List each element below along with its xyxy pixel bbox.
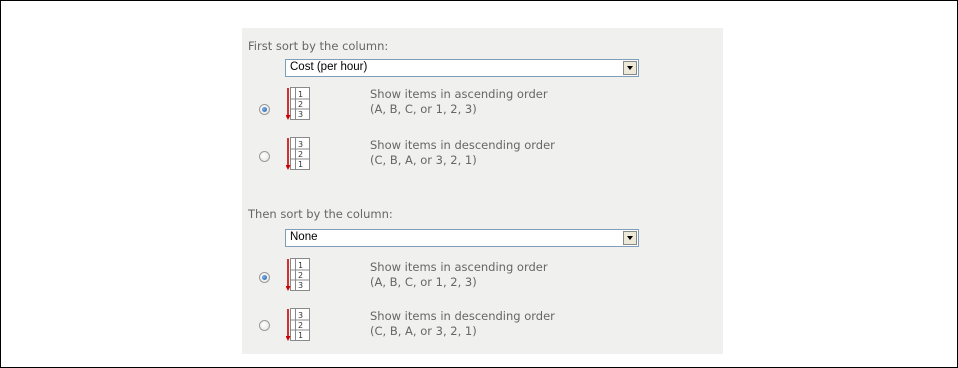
first-ascending-text: Show items in ascending order (A, B, C, …: [370, 87, 548, 117]
first-sort-label: First sort by the column:: [248, 39, 389, 53]
sort-digit: 2: [298, 321, 303, 330]
chevron-down-icon[interactable]: [623, 61, 637, 75]
first-descending-hint: (C, B, A, or 3, 2, 1): [370, 153, 477, 167]
second-descending-radio[interactable]: [259, 320, 270, 331]
second-ascending-hint: (A, B, C, or 1, 2, 3): [370, 275, 477, 289]
chevron-down-icon[interactable]: [623, 231, 637, 245]
first-descending-title: Show items in descending order: [370, 138, 555, 152]
second-ascending-radio[interactable]: [259, 272, 270, 283]
second-descending-text: Show items in descending order (C, B, A,…: [370, 309, 555, 339]
second-sort-column-select[interactable]: None: [285, 229, 639, 247]
first-sort-descending-option[interactable]: 3 2 1 Show items in descending order (C,…: [242, 134, 723, 174]
first-sort-selected-value: Cost (per hour): [290, 61, 368, 73]
sort-panel: First sort by the column: Cost (per hour…: [242, 28, 723, 354]
second-ascending-title: Show items in ascending order: [370, 260, 548, 274]
sort-digit: 3: [298, 311, 303, 320]
sort-digit: 3: [298, 110, 303, 119]
sort-digit: 1: [298, 331, 303, 340]
second-descending-hint: (C, B, A, or 3, 2, 1): [370, 324, 477, 338]
sort-digit: 1: [298, 261, 303, 270]
second-sort-ascending-option[interactable]: 1 2 3 Show items in ascending order (A, …: [242, 255, 723, 295]
sort-digit: 2: [298, 150, 303, 159]
first-sort-ascending-option[interactable]: 1 2 3 Show items in ascending order (A, …: [242, 84, 723, 124]
sort-digit: 1: [298, 90, 303, 99]
sort-descending-icon: 3 2 1: [286, 137, 310, 170]
sort-ascending-icon: 1 2 3: [286, 87, 310, 120]
second-sort-descending-option[interactable]: 3 2 1 Show items in descending order (C,…: [242, 308, 723, 348]
sort-digit: 3: [298, 140, 303, 149]
sort-digit: 1: [298, 160, 303, 169]
first-descending-text: Show items in descending order (C, B, A,…: [370, 138, 555, 168]
first-descending-radio[interactable]: [259, 151, 270, 162]
second-ascending-text: Show items in ascending order (A, B, C, …: [370, 260, 548, 290]
sort-digit: 3: [298, 281, 303, 290]
sort-digit: 2: [298, 271, 303, 280]
first-ascending-radio[interactable]: [259, 104, 270, 115]
second-sort-selected-value: None: [290, 231, 318, 243]
sort-descending-icon: 3 2 1: [286, 308, 310, 341]
first-ascending-title: Show items in ascending order: [370, 87, 548, 101]
first-sort-column-select[interactable]: Cost (per hour): [285, 59, 639, 77]
sort-ascending-icon: 1 2 3: [286, 258, 310, 291]
sort-digit: 2: [298, 100, 303, 109]
first-ascending-hint: (A, B, C, or 1, 2, 3): [370, 102, 477, 116]
second-descending-title: Show items in descending order: [370, 309, 555, 323]
second-sort-label: Then sort by the column:: [248, 207, 393, 221]
